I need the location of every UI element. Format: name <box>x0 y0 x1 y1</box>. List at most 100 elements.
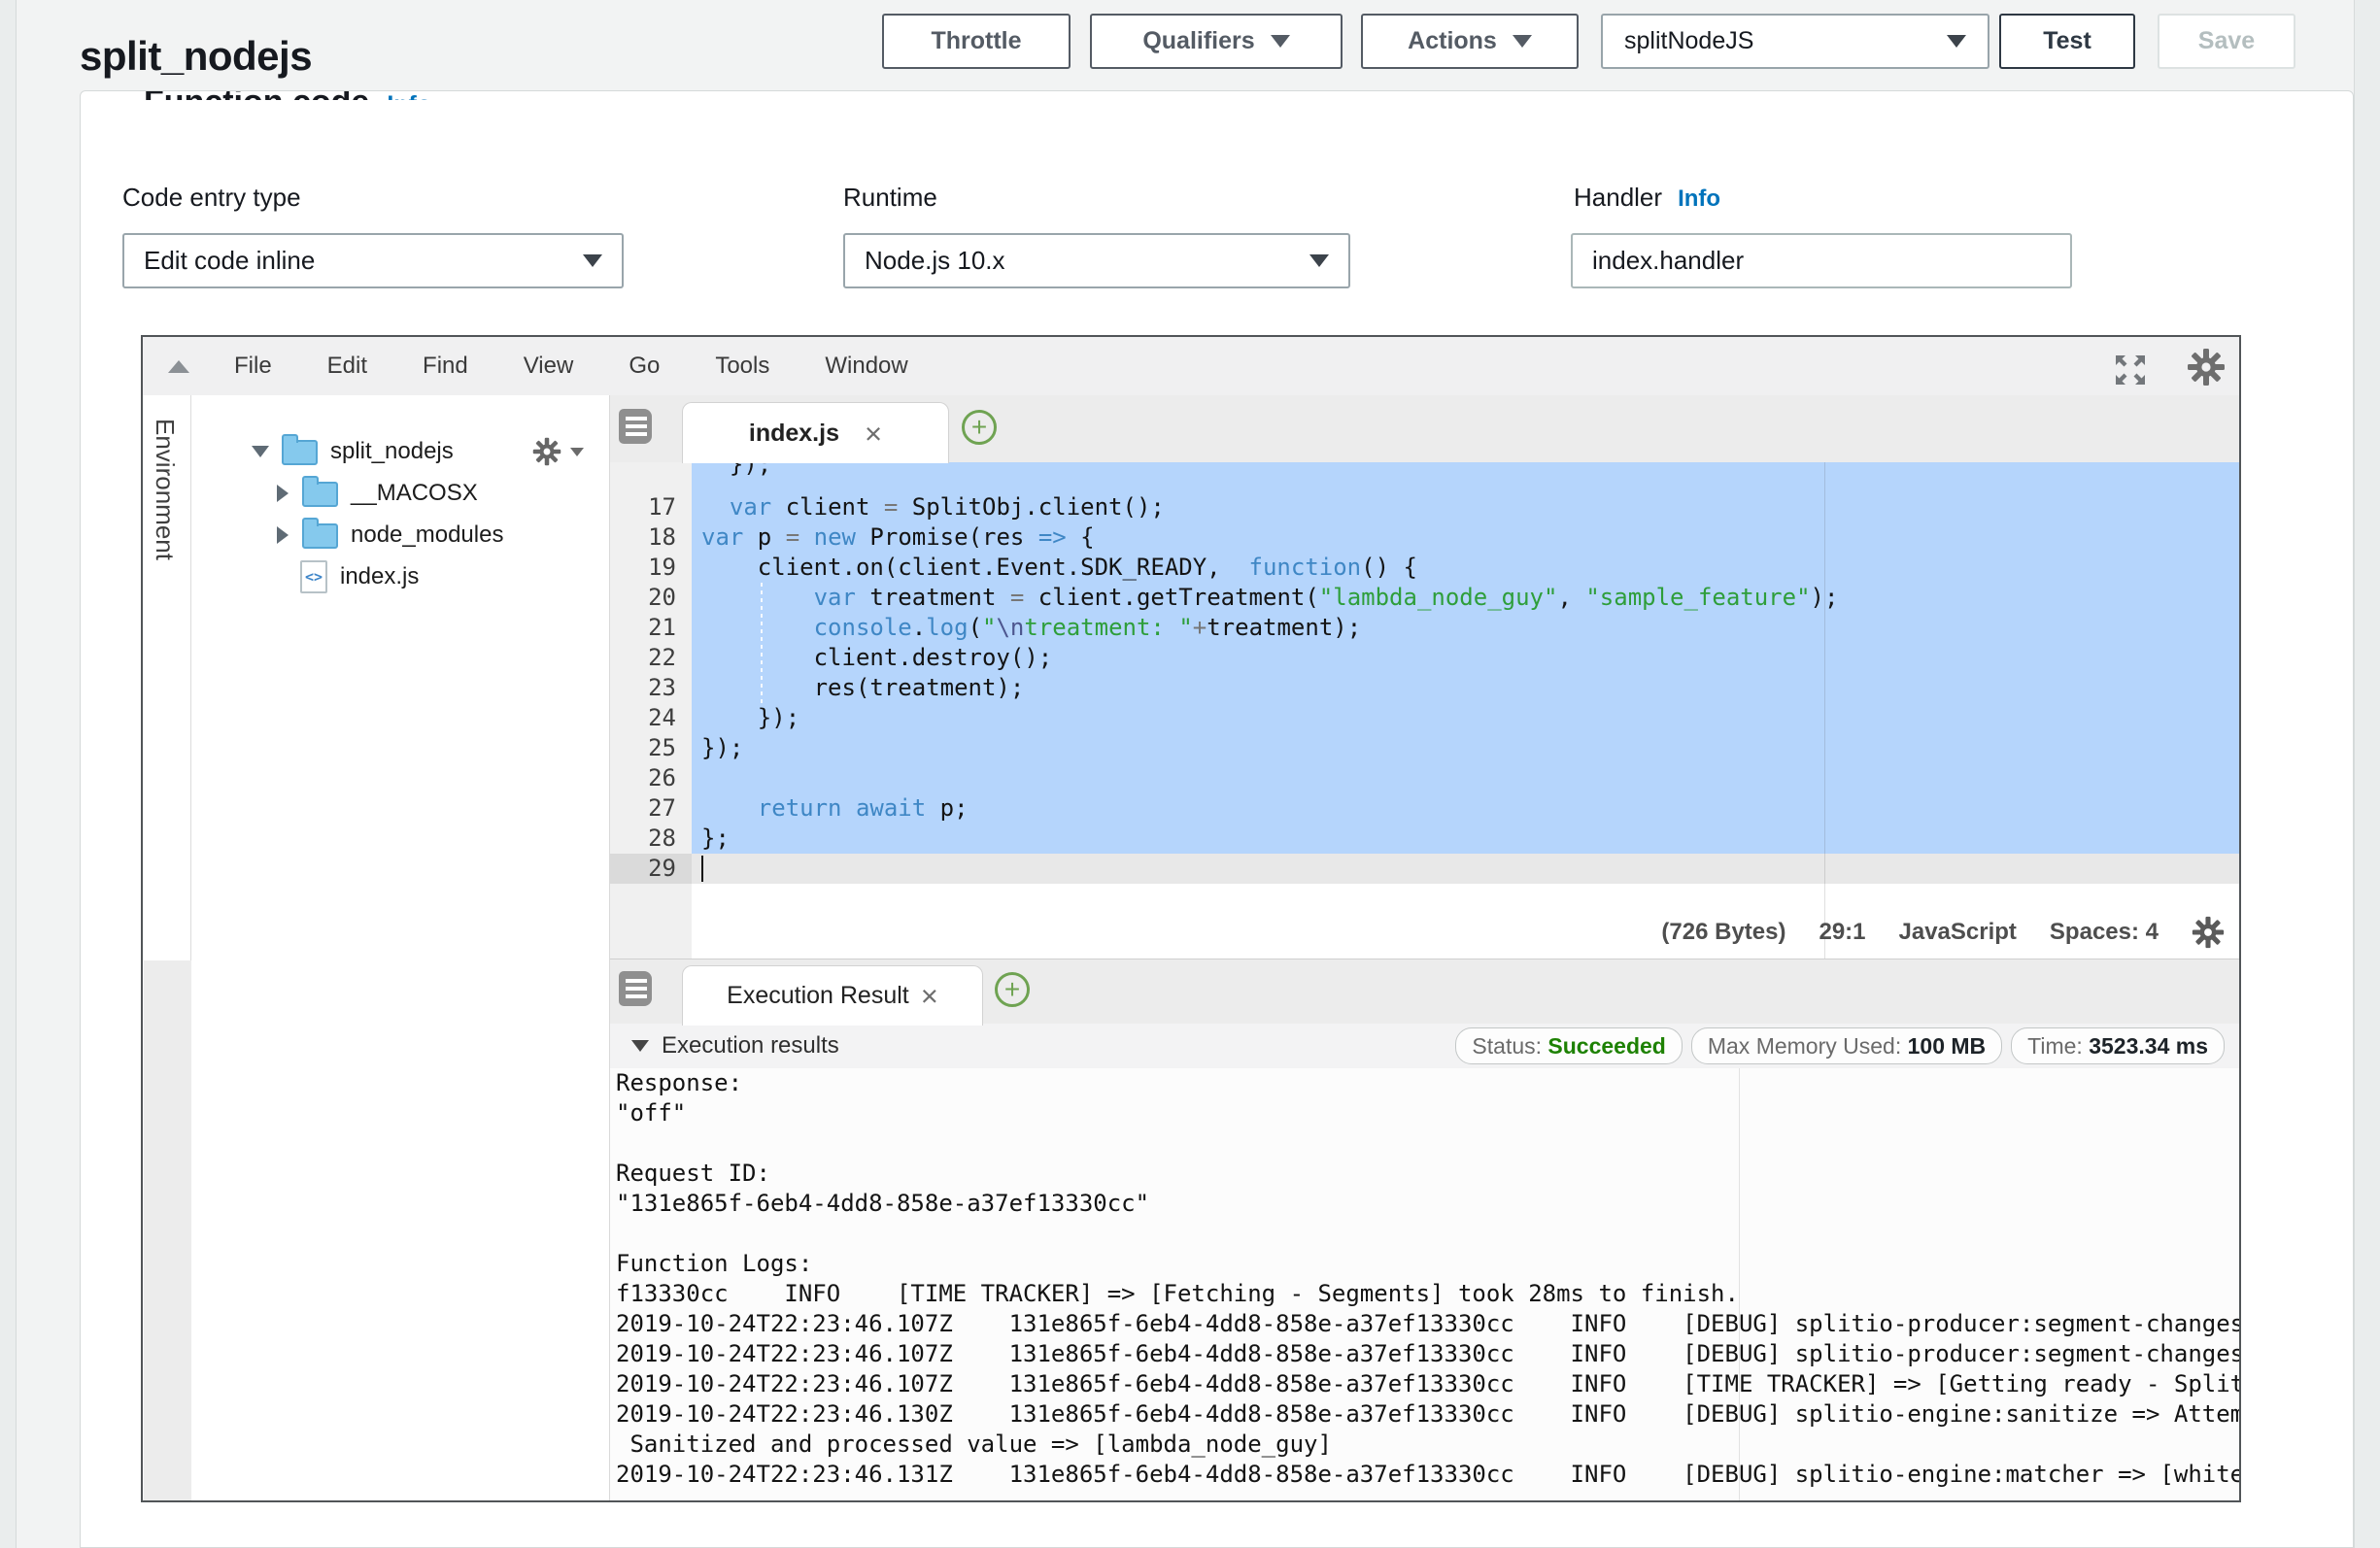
folder-icon <box>302 523 338 549</box>
language-mode[interactable]: JavaScript <box>1899 919 2017 946</box>
file-tree: split_nodejs __MACOSX node_modules <> index… <box>191 395 610 1500</box>
gutter-line-number: 24 <box>610 703 692 733</box>
menu-item-find[interactable]: Find <box>423 353 468 380</box>
test-label: Test <box>2043 27 2091 55</box>
gutter-line-number: 25 <box>610 733 692 763</box>
execution-results-title: Execution results <box>662 1032 839 1060</box>
log-line: "off" <box>610 1098 2239 1128</box>
log-line: Request ID: <box>610 1159 2239 1189</box>
code-line-28[interactable]: }; <box>692 824 2239 854</box>
execution-log-output: Response:"off"Request ID:"131e865f-6eb4-… <box>610 1068 2239 1500</box>
runtime-select[interactable]: Node.js 10.x <box>843 233 1350 288</box>
section-heading-info-link: Info <box>387 91 431 100</box>
code-line-21[interactable]: console.log("\ntreatment: "+treatment); <box>692 613 2239 643</box>
tree-item-label: node_modules <box>351 522 503 549</box>
code-line-19[interactable]: client.on(client.Event.SDK_READY, functi… <box>692 553 2239 583</box>
code-line-27[interactable]: return await p; <box>692 793 2239 824</box>
log-line: Function Logs: <box>610 1249 2239 1279</box>
new-tab-icon[interactable]: + <box>995 972 1030 1007</box>
runtime-value: Node.js 10.x <box>865 246 1005 276</box>
menu-item-edit[interactable]: Edit <box>327 353 367 380</box>
gutter-line-number: 23 <box>610 673 692 703</box>
collapse-results-icon[interactable] <box>631 1040 649 1052</box>
code-content[interactable]: }); var client = SplitObj.client();var p… <box>692 462 2239 884</box>
menu-item-file[interactable]: File <box>234 353 272 380</box>
file-size: (726 Bytes) <box>1661 919 1785 946</box>
close-icon[interactable]: × <box>921 981 938 1011</box>
page-title: split_nodejs <box>80 33 312 80</box>
gutter-line-number: 26 <box>610 763 692 793</box>
js-file-icon: <> <box>300 560 327 593</box>
tree-item-label: index.js <box>340 563 419 590</box>
qualifiers-button[interactable]: Qualifiers <box>1090 14 1343 69</box>
code-tabbar: index.js × + <box>610 395 2239 463</box>
tree-settings-gear-icon[interactable] <box>532 437 561 471</box>
editor-settings-gear-icon[interactable] <box>2187 348 2226 391</box>
tree-item-node_modules[interactable]: node_modules <box>191 514 609 555</box>
environment-tab[interactable]: Environment <box>150 419 180 560</box>
test-event-select[interactable]: splitNodeJS <box>1601 14 1989 69</box>
caret-down-icon <box>1947 35 1966 48</box>
code-line-18[interactable]: var p = new Promise(res => { <box>692 522 2239 553</box>
execution-badges: Status: SucceededMax Memory Used: 100 MB… <box>1455 1027 2225 1064</box>
code-line-17[interactable]: var client = SplitObj.client(); <box>692 492 2239 522</box>
log-line <box>610 1219 2239 1249</box>
save-button[interactable]: Save <box>2158 14 2295 69</box>
tab-index-js-label: index.js <box>749 420 839 448</box>
cursor-position[interactable]: 29:1 <box>1819 919 1865 946</box>
new-tab-icon[interactable]: + <box>962 410 997 445</box>
chevron-down-icon[interactable] <box>252 446 269 457</box>
actions-button[interactable]: Actions <box>1361 14 1579 69</box>
code-line-29[interactable] <box>692 854 2239 884</box>
test-button[interactable]: Test <box>1999 14 2135 69</box>
tree-item-index.js[interactable]: <> index.js <box>191 555 609 597</box>
badge-time: Time: 3523.34 ms <box>2011 1027 2225 1064</box>
code-line-26[interactable] <box>692 763 2239 793</box>
handler-info-link[interactable]: Info <box>1678 185 1720 212</box>
code-entry-type-select[interactable]: Edit code inline <box>122 233 624 288</box>
menu-item-go[interactable]: Go <box>629 353 660 380</box>
tree-item-label: __MACOSX <box>351 480 478 507</box>
code-line-25[interactable]: }); <box>692 733 2239 763</box>
code-line-20[interactable]: var treatment = client.getTreatment("lam… <box>692 583 2239 613</box>
menu-item-tools[interactable]: Tools <box>715 353 769 380</box>
indentation-setting[interactable]: Spaces: 4 <box>2050 919 2159 946</box>
log-line: 2019-10-24T22:23:46.131Z 131e865f-6eb4-4… <box>610 1460 2239 1490</box>
caret-down-icon[interactable] <box>570 448 584 456</box>
tab-list-icon[interactable] <box>619 409 652 444</box>
handler-field[interactable] <box>1571 233 2072 288</box>
code-line-23[interactable]: res(treatment); <box>692 673 2239 703</box>
tab-execution-result-label: Execution Result <box>727 982 909 1010</box>
tab-execution-result[interactable]: Execution Result × <box>682 965 983 1026</box>
tree-item-split_nodejs[interactable]: split_nodejs <box>191 430 609 472</box>
fullscreen-icon[interactable] <box>2111 351 2150 394</box>
gutter-line-number: 28 <box>610 824 692 854</box>
section-heading-text: Function code <box>144 91 369 100</box>
chevron-right-icon[interactable] <box>277 526 289 544</box>
gutter-line-number: 20 <box>610 583 692 613</box>
gutter-line-number: 27 <box>610 793 692 824</box>
log-line: f13330cc INFO [TIME TRACKER] => [Fetchin… <box>610 1279 2239 1309</box>
log-line <box>610 1128 2239 1159</box>
caret-down-icon <box>1309 254 1329 267</box>
throttle-button[interactable]: Throttle <box>882 14 1071 69</box>
text-cursor <box>701 856 703 882</box>
caret-down-icon <box>1271 35 1290 48</box>
code-editor-frame: File Edit Find View Go Tools Window Environmen… <box>141 335 2241 1502</box>
close-icon[interactable]: × <box>865 419 882 449</box>
tab-list-icon[interactable] <box>619 971 652 1006</box>
menu-item-view[interactable]: View <box>524 353 574 380</box>
code-line-24[interactable]: }); <box>692 703 2239 733</box>
chevron-right-icon[interactable] <box>277 485 289 502</box>
code-line[interactable]: }); <box>692 462 2239 492</box>
statusbar-gear-icon[interactable] <box>2192 916 2225 949</box>
section-heading-clipped: Function code Info <box>144 91 431 100</box>
tab-index-js[interactable]: index.js × <box>682 402 949 463</box>
collapse-menubar-icon[interactable] <box>168 360 189 373</box>
tree-item-__MACOSX[interactable]: __MACOSX <box>191 472 609 514</box>
menu-item-window[interactable]: Window <box>825 353 907 380</box>
editor-menubar: File Edit Find View Go Tools Window <box>143 337 2239 396</box>
gutter-line-number: 17 <box>610 492 692 522</box>
log-line: "131e865f-6eb4-4dd8-858e-a37ef13330cc" <box>610 1189 2239 1219</box>
code-line-22[interactable]: client.destroy(); <box>692 643 2239 673</box>
